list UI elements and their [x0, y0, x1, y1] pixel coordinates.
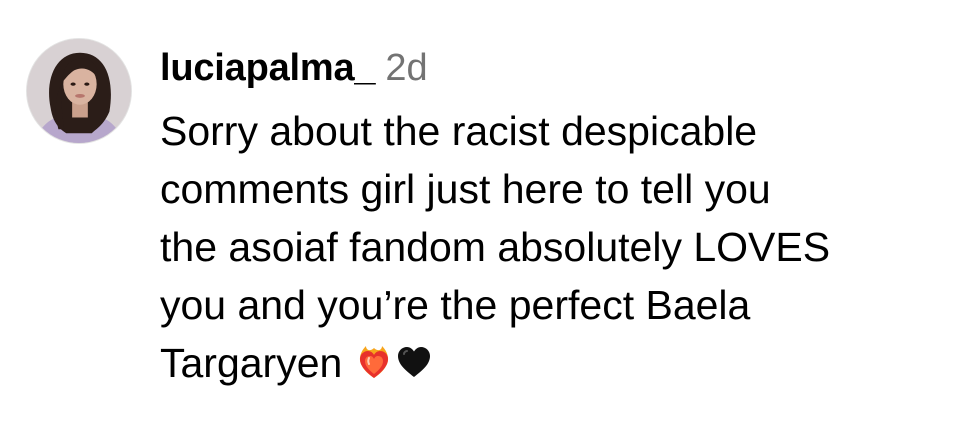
comment-line: comments girl just here to tell you [160, 166, 771, 212]
comment-line-text: Targaryen [160, 340, 354, 386]
comment-line: the asoiaf fandom absolutely LOVES [160, 224, 831, 270]
avatar-image [27, 39, 131, 143]
comment-header: luciapalma_ 2d [160, 38, 975, 98]
comment-line-last: Targaryen [160, 334, 975, 392]
heart-on-fire-icon [354, 342, 394, 382]
comment-body: luciapalma_ 2d Sorry about the racist des… [160, 38, 975, 392]
timestamp: 2d [385, 47, 428, 89]
comment: luciapalma_ 2d Sorry about the racist des… [0, 0, 980, 422]
username[interactable]: luciapalma_ [160, 47, 376, 89]
comment-line: you and you’re the perfect Baela [160, 282, 751, 328]
black-heart-icon [394, 342, 434, 382]
comment-text: Sorry about the racist despicable commen… [160, 102, 975, 392]
avatar[interactable] [26, 38, 132, 144]
comment-line: Sorry about the racist despicable [160, 108, 758, 154]
